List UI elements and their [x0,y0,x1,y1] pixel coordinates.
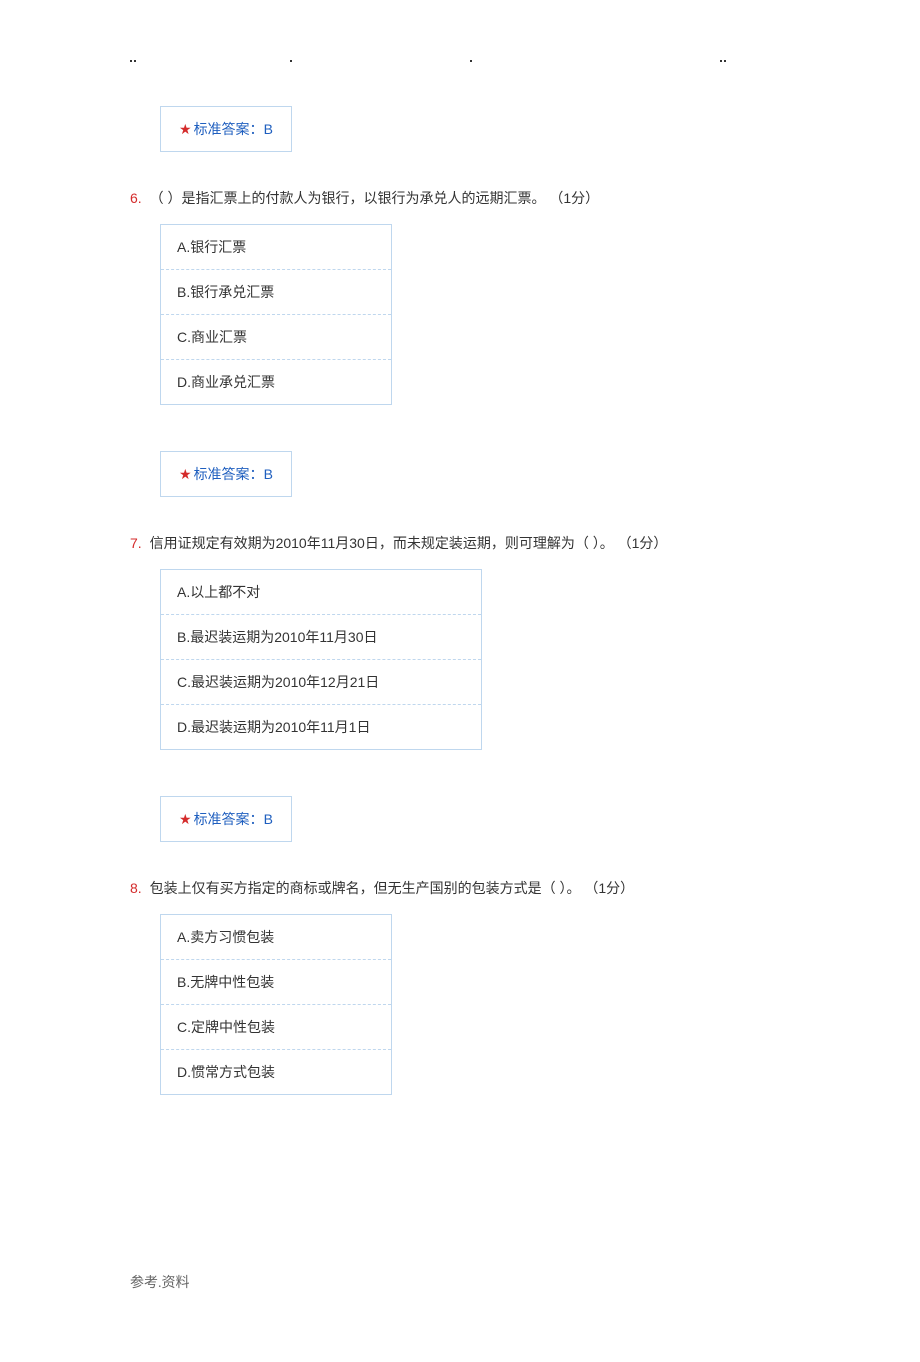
option-a: A.银行汇票 [161,225,391,270]
question-number: 7. [130,535,142,551]
option-b: B.银行承兑汇票 [161,270,391,315]
answer-label: 标准答案： [194,466,264,482]
options-box-7: A.以上都不对 B.最迟装运期为2010年11月30日 C.最迟装运期为2010… [160,569,482,750]
star-icon: ★ [179,121,192,137]
question-number: 6. [130,190,142,206]
question-8: 8. 包装上仅有买方指定的商标或牌名，但无生产国别的包装方式是（ ）。 （1分） [130,878,790,898]
answer-value: B [264,121,273,137]
answer-label: 标准答案： [194,121,264,137]
question-6: 6. （ ）是指汇票上的付款人为银行，以银行为承兑人的远期汇票。 （1分） [130,188,790,208]
option-c: C.定牌中性包装 [161,1005,391,1050]
option-d: D.最迟装运期为2010年11月1日 [161,705,481,749]
question-text: 信用证规定有效期为2010年11月30日，而未规定装运期，则可理解为（ ）。 （… [150,535,668,551]
option-b: B.无牌中性包装 [161,960,391,1005]
header-separator [0,60,920,64]
option-c: C.最迟装运期为2010年12月21日 [161,660,481,705]
footer-text: 参考.资料 [130,1272,190,1292]
answer-box-5: ★标准答案：B [160,106,292,152]
option-a: A.卖方习惯包装 [161,915,391,960]
star-icon: ★ [179,466,192,482]
question-text: 包装上仅有买方指定的商标或牌名，但无生产国别的包装方式是（ ）。 （1分） [150,880,635,896]
options-box-8: A.卖方习惯包装 B.无牌中性包装 C.定牌中性包装 D.惯常方式包装 [160,914,392,1095]
answer-label: 标准答案： [194,811,264,827]
option-d: D.惯常方式包装 [161,1050,391,1094]
option-a: A.以上都不对 [161,570,481,615]
answer-box-6: ★标准答案：B [160,451,292,497]
question-number: 8. [130,880,142,896]
option-d: D.商业承兑汇票 [161,360,391,404]
question-7: 7. 信用证规定有效期为2010年11月30日，而未规定装运期，则可理解为（ ）… [130,533,790,553]
answer-box-7: ★标准答案：B [160,796,292,842]
option-b: B.最迟装运期为2010年11月30日 [161,615,481,660]
option-c: C.商业汇票 [161,315,391,360]
question-text: （ ）是指汇票上的付款人为银行，以银行为承兑人的远期汇票。 （1分） [150,190,600,206]
answer-value: B [264,466,273,482]
answer-value: B [264,811,273,827]
star-icon: ★ [179,811,192,827]
options-box-6: A.银行汇票 B.银行承兑汇票 C.商业汇票 D.商业承兑汇票 [160,224,392,405]
